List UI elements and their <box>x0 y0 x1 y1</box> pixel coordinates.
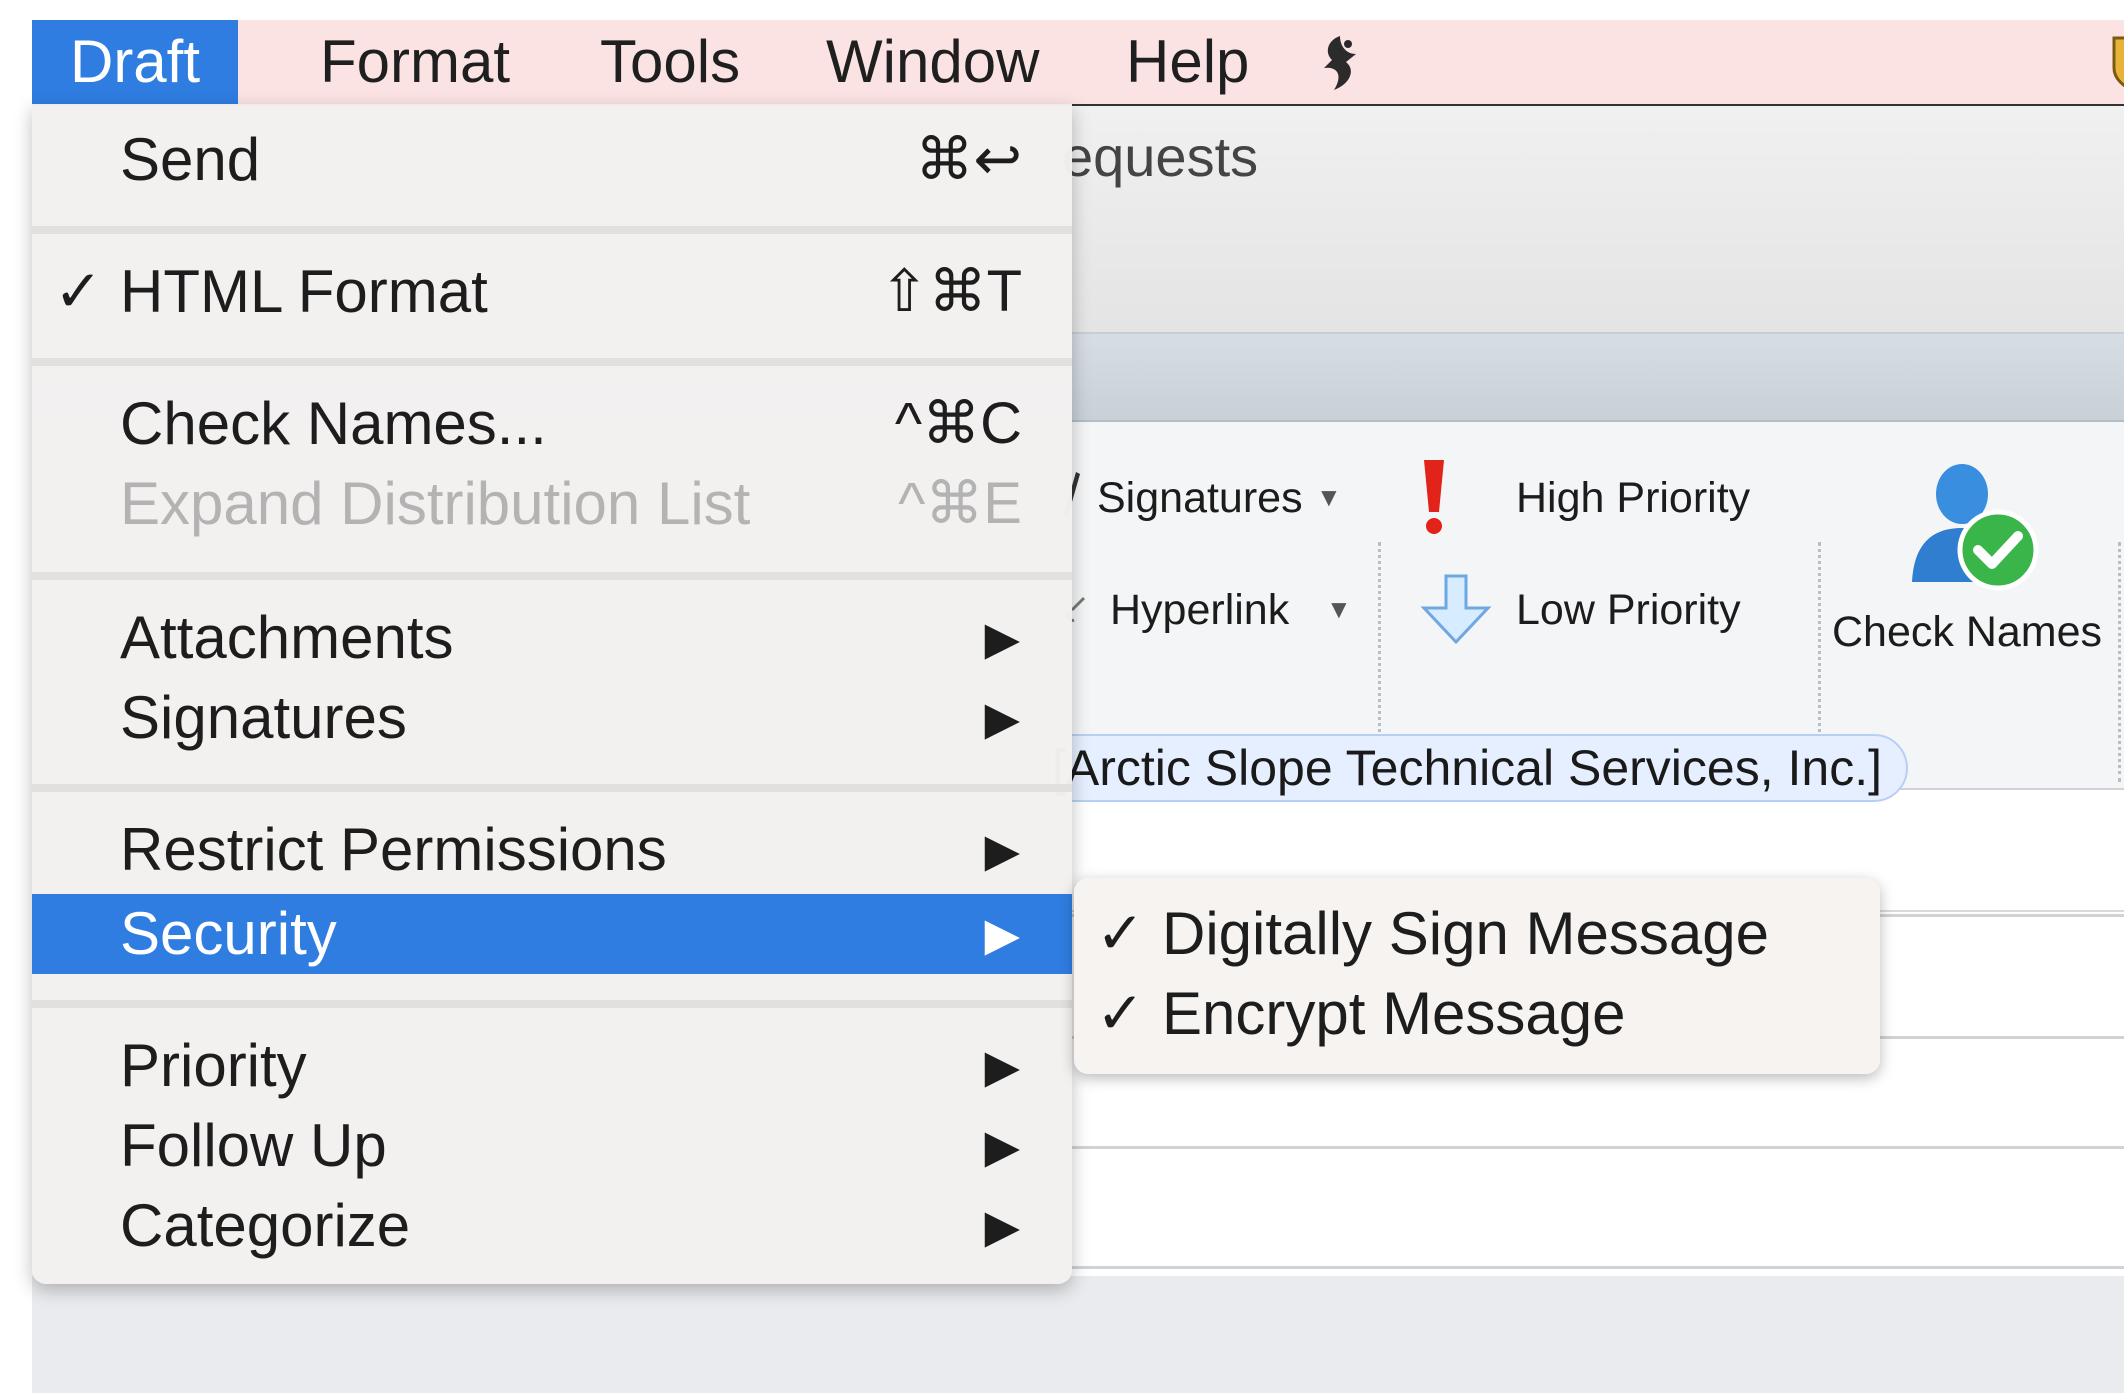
menu-item-digitally-sign-message[interactable]: ✓ Digitally Sign Message <box>1074 894 1880 974</box>
menu-item-follow-up[interactable]: Follow Up ▶ <box>32 1106 1072 1186</box>
menu-item-label: Expand Distribution List <box>120 470 751 537</box>
message-area-band <box>32 1276 2124 1393</box>
menu-item-label: Signatures <box>120 684 407 751</box>
ribbon-check-names-button[interactable]: Check Names <box>1832 608 2102 657</box>
ribbon-high-priority-button[interactable]: High Priority <box>1516 474 1750 523</box>
menu-item-label: HTML Format <box>120 258 488 325</box>
menu-item-encrypt-message[interactable]: ✓ Encrypt Message <box>1074 974 1880 1054</box>
menu-item-label: Attachments <box>120 604 454 671</box>
menu-item-categorize[interactable]: Categorize ▶ <box>32 1186 1072 1266</box>
menu-item-security[interactable]: Security ▶ <box>32 894 1072 974</box>
security-submenu: ✓ Digitally Sign Message ✓ Encrypt Messa… <box>1074 878 1880 1074</box>
menu-item-expand-distribution-list: Expand Distribution List ^⌘E <box>32 464 1072 544</box>
menu-format[interactable]: Format <box>282 20 548 104</box>
draft-menu: Send ⌘↩ ✓ HTML Format ⇧⌘T Check Names...… <box>32 104 1072 1284</box>
menu-item-send[interactable]: Send ⌘↩ <box>32 120 1072 200</box>
menu-item-restrict-permissions[interactable]: Restrict Permissions ▶ <box>32 810 1072 890</box>
menu-item-label: Follow Up <box>120 1112 387 1179</box>
checkmark-icon: ✓ <box>54 259 103 324</box>
menu-help[interactable]: Help <box>1088 20 1287 104</box>
menu-item-label: Encrypt Message <box>1162 980 1626 1047</box>
keyboard-shortcut: ^⌘C <box>894 391 1022 456</box>
recipient-token[interactable]: [Arctic Slope Technical Services, Inc.] <box>1040 734 1908 802</box>
shield-icon[interactable] <box>2110 34 2124 96</box>
menu-item-label: Priority <box>120 1032 307 1099</box>
menu-window[interactable]: Window <box>788 20 1077 104</box>
chevron-down-icon[interactable]: ▼ <box>1316 482 1342 513</box>
check-names-icon <box>1902 454 2042 594</box>
menu-tools[interactable]: Tools <box>562 20 778 104</box>
exclamation-icon <box>1412 456 1456 536</box>
menu-separator <box>32 784 1072 792</box>
checkmark-icon: ✓ <box>1096 901 1145 966</box>
keyboard-shortcut: ⌘↩ <box>915 127 1022 192</box>
down-arrow-icon <box>1420 574 1492 645</box>
submenu-arrow-icon: ▶ <box>984 824 1020 876</box>
menu-separator <box>32 1000 1072 1008</box>
menu-item-label: Send <box>120 126 261 193</box>
menu-item-signatures[interactable]: Signatures ▶ <box>32 678 1072 758</box>
chevron-down-icon[interactable]: ▼ <box>1326 594 1352 625</box>
keyboard-shortcut: ⇧⌘T <box>879 259 1022 324</box>
checkmark-icon: ✓ <box>1096 981 1145 1046</box>
ribbon-hyperlink-button[interactable]: Hyperlink <box>1110 586 1289 635</box>
submenu-arrow-icon: ▶ <box>984 612 1020 664</box>
menu-draft[interactable]: Draft <box>32 20 239 104</box>
menu-item-html-format[interactable]: ✓ HTML Format ⇧⌘T <box>32 252 1072 332</box>
menu-item-label: Digitally Sign Message <box>1162 900 1769 967</box>
submenu-arrow-icon: ▶ <box>984 908 1020 960</box>
menu-item-label: Security <box>120 900 337 967</box>
menu-separator <box>32 226 1072 234</box>
window-title: equests <box>1062 125 1259 188</box>
menu-separator <box>32 358 1072 366</box>
keyboard-shortcut: ^⌘E <box>898 471 1022 536</box>
submenu-arrow-icon: ▶ <box>984 1120 1020 1172</box>
ribbon-signatures-button[interactable]: Signatures <box>1097 474 1303 523</box>
submenu-arrow-icon: ▶ <box>984 1040 1020 1092</box>
submenu-arrow-icon: ▶ <box>984 1200 1020 1252</box>
menu-item-label: Restrict Permissions <box>120 816 667 883</box>
menu-separator <box>32 572 1072 580</box>
menu-item-label: Categorize <box>120 1192 411 1259</box>
menu-item-label: Check Names... <box>120 390 547 457</box>
menu-item-attachments[interactable]: Attachments ▶ <box>32 598 1072 678</box>
menu-item-check-names[interactable]: Check Names... ^⌘C <box>32 384 1072 464</box>
menu-bar: Draft Format Tools Window Help <box>32 20 2124 106</box>
menu-item-priority[interactable]: Priority ▶ <box>32 1026 1072 1106</box>
submenu-arrow-icon: ▶ <box>984 692 1020 744</box>
ribbon-low-priority-button[interactable]: Low Priority <box>1516 586 1741 635</box>
ribbon-separator <box>2118 542 2121 782</box>
script-icon[interactable] <box>1310 32 1370 98</box>
